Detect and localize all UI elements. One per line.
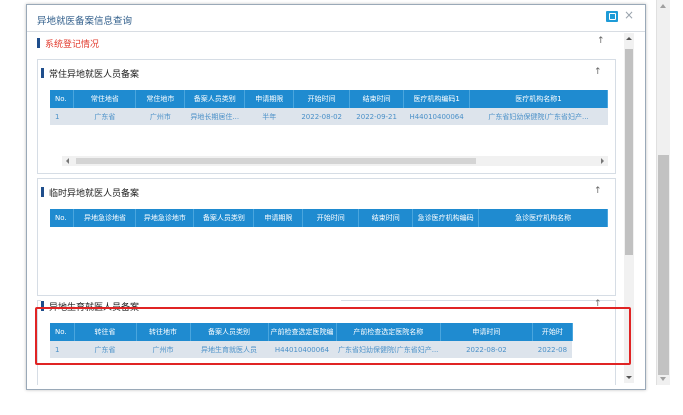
scrollbar-thumb[interactable]	[658, 155, 669, 375]
column-header[interactable]: 异地急诊地省	[73, 209, 137, 227]
table-cell: 1	[50, 108, 74, 125]
section-marker	[37, 38, 40, 48]
scroll-up-arrow-icon[interactable]	[660, 4, 666, 8]
close-icon[interactable]: ×	[624, 8, 634, 22]
table-cell: H44010400064	[403, 108, 470, 125]
scroll-up-arrow-icon[interactable]	[626, 37, 632, 40]
scrollbar-thumb[interactable]	[76, 158, 476, 164]
column-header[interactable]: 医疗机构名称1	[469, 90, 608, 108]
horizontal-scrollbar[interactable]	[62, 156, 608, 166]
scroll-right-arrow-icon[interactable]	[601, 158, 604, 164]
table-cell: 广东省	[73, 108, 136, 125]
column-header[interactable]: 医疗机构编码1	[403, 90, 471, 108]
collapse-arrow-icon[interactable]: ↑	[597, 36, 605, 46]
permanent-residence-card: 常住异地就医人员备案 ↑ No. 常住地省 常住地市 备案人员类别 申请期限 开…	[37, 59, 616, 174]
column-header[interactable]: 申请期限	[253, 209, 304, 227]
column-header[interactable]: No.	[50, 209, 75, 227]
column-header[interactable]: 结束时间	[358, 209, 414, 227]
registration-section-header[interactable]: 系统登记情况	[37, 36, 617, 50]
collapse-arrow-icon[interactable]: ↑	[594, 67, 602, 77]
scrollbar-thumb[interactable]	[625, 49, 633, 255]
column-header[interactable]: 开始时间	[302, 209, 360, 227]
column-header[interactable]: 常住地省	[73, 90, 137, 108]
table-cell: 广州市	[135, 108, 185, 125]
table-cell: 2022-08-02	[293, 108, 350, 125]
table-cell: 2022-09-21	[349, 108, 404, 125]
temporary-table: No. 异地急诊地省 异地急诊地市 备案人员类别 申请期限 开始时间 结束时间 …	[50, 209, 608, 227]
permanent-section-title: 常住异地就医人员备案	[49, 70, 140, 80]
temporary-section-header[interactable]: 临时异地就医人员备案	[41, 185, 341, 199]
scroll-down-arrow-icon[interactable]	[660, 377, 666, 381]
maximize-icon[interactable]	[606, 11, 618, 22]
section-marker	[41, 68, 44, 78]
table-cell: 广东省妇幼保健院(广东省妇产...	[469, 108, 608, 125]
column-header[interactable]: 常住地市	[135, 90, 186, 108]
table-header-row: No. 异地急诊地省 异地急诊地市 备案人员类别 申请期限 开始时间 结束时间 …	[50, 209, 608, 227]
temporary-section-title: 临时异地就医人员备案	[49, 189, 140, 199]
column-header[interactable]: 急诊医疗机构名称	[478, 209, 608, 227]
table-cell: 异地长期居住...	[184, 108, 245, 125]
scroll-left-arrow-icon[interactable]	[66, 158, 69, 164]
column-header[interactable]: 急诊医疗机构编码	[412, 209, 480, 227]
temporary-card: 临时异地就医人员备案 ↑ No. 异地急诊地省 异地急诊地市 备案人员类别 申请…	[37, 178, 616, 296]
section-marker	[41, 187, 44, 197]
column-header[interactable]: 申请期限	[244, 90, 295, 108]
permanent-table: No. 常住地省 常住地市 备案人员类别 申请期限 开始时间 结束时间 医疗机构…	[50, 90, 608, 125]
temporary-table-wrap: No. 异地急诊地省 异地急诊地市 备案人员类别 申请期限 开始时间 结束时间 …	[50, 209, 608, 227]
permanent-section-header[interactable]: 常住异地就医人员备案	[41, 66, 341, 80]
highlight-annotation-box	[35, 307, 631, 365]
scroll-down-arrow-icon[interactable]	[626, 376, 632, 379]
column-header[interactable]: 异地急诊地市	[135, 209, 195, 227]
page-scrollbar[interactable]	[656, 0, 670, 385]
column-header[interactable]: 开始时间	[293, 90, 351, 108]
column-header[interactable]: 备案人员类别	[193, 209, 255, 227]
registration-section-title: 系统登记情况	[45, 40, 100, 50]
permanent-table-wrap: No. 常住地省 常住地市 备案人员类别 申请期限 开始时间 结束时间 医疗机构…	[50, 90, 608, 125]
table-cell: 半年	[244, 108, 294, 125]
column-header[interactable]: 备案人员类别	[184, 90, 246, 108]
dialog-title: 异地就医备案信息查询	[37, 16, 133, 27]
column-header[interactable]: 结束时间	[349, 90, 405, 108]
column-header[interactable]: No.	[50, 90, 75, 108]
table-row[interactable]: 1 广东省 广州市 异地长期居住... 半年 2022-08-02 2022-0…	[50, 108, 608, 125]
table-header-row: No. 常住地省 常住地市 备案人员类别 申请期限 开始时间 结束时间 医疗机构…	[50, 90, 608, 108]
collapse-arrow-icon[interactable]: ↑	[594, 186, 602, 196]
dialog-titlebar: 异地就医备案信息查询 ×	[27, 5, 645, 32]
